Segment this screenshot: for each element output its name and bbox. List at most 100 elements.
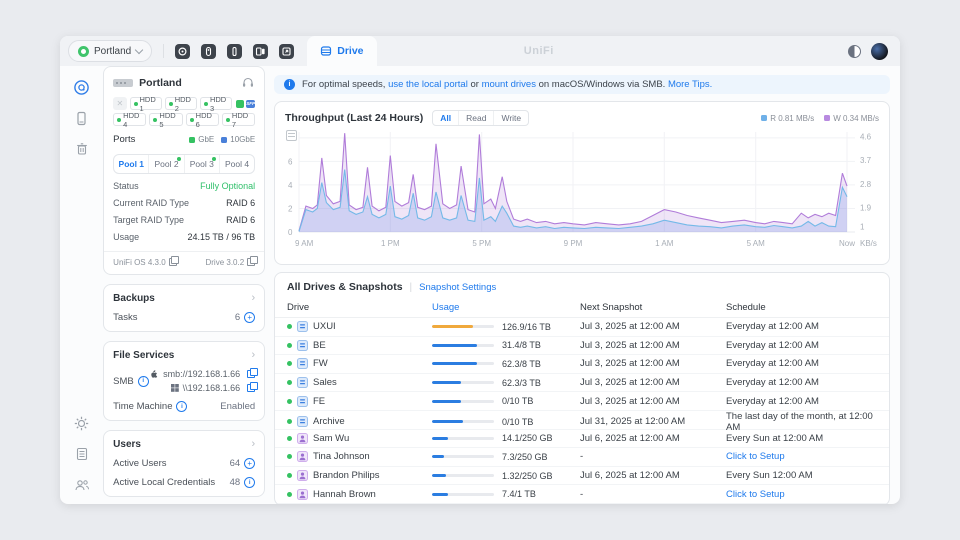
usage-text: 31.4/8 TB [502,340,541,351]
logs-icon[interactable] [73,445,91,463]
chart-title: Throughput (Last 24 Hours) [285,112,424,124]
add-user-icon[interactable]: + [244,458,256,469]
svg-text:5 PM: 5 PM [472,239,491,248]
copy-icon[interactable] [247,367,258,378]
table-row[interactable]: Sam Wu 14.1/250 GB Jul 6, 2025 at 12:00 AM… [275,430,889,449]
schedule: Everyday at 12:00 AM [726,377,819,389]
table-row[interactable]: Brandon Philips 1.32/250 GB Jul 6, 2025 at… [275,467,889,486]
col-schedule[interactable]: Schedule [726,302,889,313]
console-dropdown[interactable]: Portland [68,40,153,62]
time-machine-info-icon[interactable]: i [176,401,188,412]
pool-activity-dot [176,157,181,161]
next-snapshot: Jul 3, 2025 at 12:00 AM [580,358,680,370]
hdd-badge[interactable]: HDD 6 [185,111,219,129]
shared-drive-icon [297,377,308,389]
table-row[interactable]: Archive 0/10 TB Jul 31, 2025 at 12:00 AM Th… [275,411,889,433]
table-row[interactable]: Sales 62.3/3 TB Jul 3, 2025 at 12:00 AM Eve… [275,374,889,393]
col-drive[interactable]: Drive [287,302,432,313]
throughput-chart[interactable]: 6 4 2 0 4.6 3.7 2.8 1.9 1 KB/s 9 AM 1 PM 5 PM 9 PM 1 A… [285,128,879,260]
chart-tab-read[interactable]: Read [458,111,493,125]
drive-name: Archive [313,416,345,428]
tab-drive[interactable]: Drive [307,36,377,66]
chevron-down-icon [135,45,144,54]
chevron-right-icon[interactable]: › [252,439,256,450]
add-task-icon[interactable]: + [244,312,256,323]
status-dot [287,342,292,348]
table-row[interactable]: FE 0/10 TB Jul 3, 2025 at 12:00 AM Everyday… [275,392,889,411]
next-snapshot: Jul 31, 2025 at 12:00 AM [580,416,686,428]
hdd-badge[interactable]: HDD 3 [199,95,233,113]
local-portal-link[interactable]: use the local portal [388,79,468,90]
device-name: Portland [139,76,182,89]
throughput-card: Throughput (Last 24 Hours) All Read Write … [274,101,890,265]
users-group-icon[interactable] [73,476,91,494]
more-tips-link[interactable]: More Tips. [668,79,712,90]
drive-logo-icon[interactable] [73,78,91,96]
time-machine-label: Time Machine [113,401,173,412]
talk-app-icon[interactable] [227,43,243,59]
col-usage[interactable]: Usage [432,302,580,313]
svg-text:1.9: 1.9 [860,203,872,212]
usage-bar [432,492,494,496]
settings-gear-icon[interactable] [73,414,91,432]
next-snapshot: Jul 3, 2025 at 12:00 AM [580,339,680,351]
backups-card: Backups › Tasks 6 + [103,284,266,332]
chart-tab-write[interactable]: Write [493,111,528,125]
table-row[interactable]: FW 62.3/8 TB Jul 3, 2025 at 12:00 AM Everyd… [275,355,889,374]
copy-icon[interactable] [247,255,258,266]
chart-svg: 6 4 2 0 4.6 3.7 2.8 1.9 1 KB/s 9 AM 1 PM 5 PM 9 PM 1 A… [288,132,877,248]
trash-icon[interactable] [73,140,91,158]
access-app-icon[interactable] [201,43,217,59]
avatar[interactable] [871,42,888,60]
pool-tab-2[interactable]: Pool 2 [148,155,183,173]
drive-name: Hannah Brown [313,488,376,500]
chevron-right-icon[interactable]: › [252,350,256,361]
axis-unit-icon [286,130,297,141]
table-row[interactable]: UXUI 126.9/16 TB Jul 3, 2025 at 12:00 AM Ev… [275,318,889,337]
user-icon [297,470,308,482]
usage-bar [432,362,494,366]
hdd-badge[interactable]: HDD 5 [149,111,183,129]
copy-icon[interactable] [247,381,258,392]
hdd-badge[interactable]: HDD 2 [164,95,197,113]
console-device-icon[interactable] [73,109,91,127]
protect-app-icon[interactable] [175,43,191,59]
pool-tab-3[interactable]: Pool 3 [183,155,219,173]
next-snapshot: Jul 3, 2025 at 12:00 AM [580,395,680,407]
connect-app-icon[interactable] [279,43,295,59]
smb-win-address-row: \\192.168.1.66 [150,381,258,393]
smb-info-icon[interactable]: i [137,375,149,387]
copy-icon[interactable] [168,255,180,266]
table-row[interactable]: Hannah Brown 7.4/1 TB - Click to Setup [275,485,889,504]
drive-name: Sam Wu [313,432,350,444]
pool-tab-1[interactable]: Pool 1 [114,155,148,173]
table-row[interactable]: Tina Johnson 7.3/250 GB - Click to Setup [275,448,889,467]
credentials-info-icon[interactable]: i [244,477,256,488]
hdd-grid: ✕ HDD 1 HDD 2 HDD 3 SFP HDD 4 HDD 5 HDD 6 HDD… [113,95,256,129]
chevron-right-icon[interactable]: › [252,293,256,304]
usage-text: 7.4/1 TB [502,489,536,500]
hdd-badge[interactable]: HDD 1 [129,95,162,113]
next-snapshot: Jul 3, 2025 at 12:00 AM [580,377,680,389]
chart-tab-all[interactable]: All [433,111,458,125]
mount-drives-link[interactable]: mount drives [482,79,536,90]
table-header: Drive Usage Next Snapshot Schedule [275,298,889,318]
support-headset-icon[interactable] [241,76,255,89]
hdd-badge[interactable]: HDD 4 [113,111,147,129]
snapshot-settings-link[interactable]: Snapshot Settings [419,282,496,293]
shared-drive-icon [297,358,308,370]
col-next-snapshot[interactable]: Next Snapshot [580,302,726,313]
divider [163,44,165,58]
table-row[interactable]: BE 31.4/8 TB Jul 3, 2025 at 12:00 AM Everyd… [275,337,889,356]
pool-tab-4[interactable]: Pool 4 [218,155,254,173]
display-app-icon[interactable] [253,43,269,59]
theme-toggle-icon[interactable] [848,44,861,58]
schedule[interactable]: Click to Setup [726,451,889,462]
schedule[interactable]: Click to Setup [726,489,889,500]
info-banner: i For optimal speeds, use the local port… [274,75,890,94]
info-icon: i [284,79,295,90]
banner-text: For optimal speeds, use the local portal… [302,79,713,90]
svg-text:4: 4 [288,181,293,190]
hdd-badge[interactable]: HDD 7 [221,111,256,129]
svg-text:1: 1 [860,223,865,232]
